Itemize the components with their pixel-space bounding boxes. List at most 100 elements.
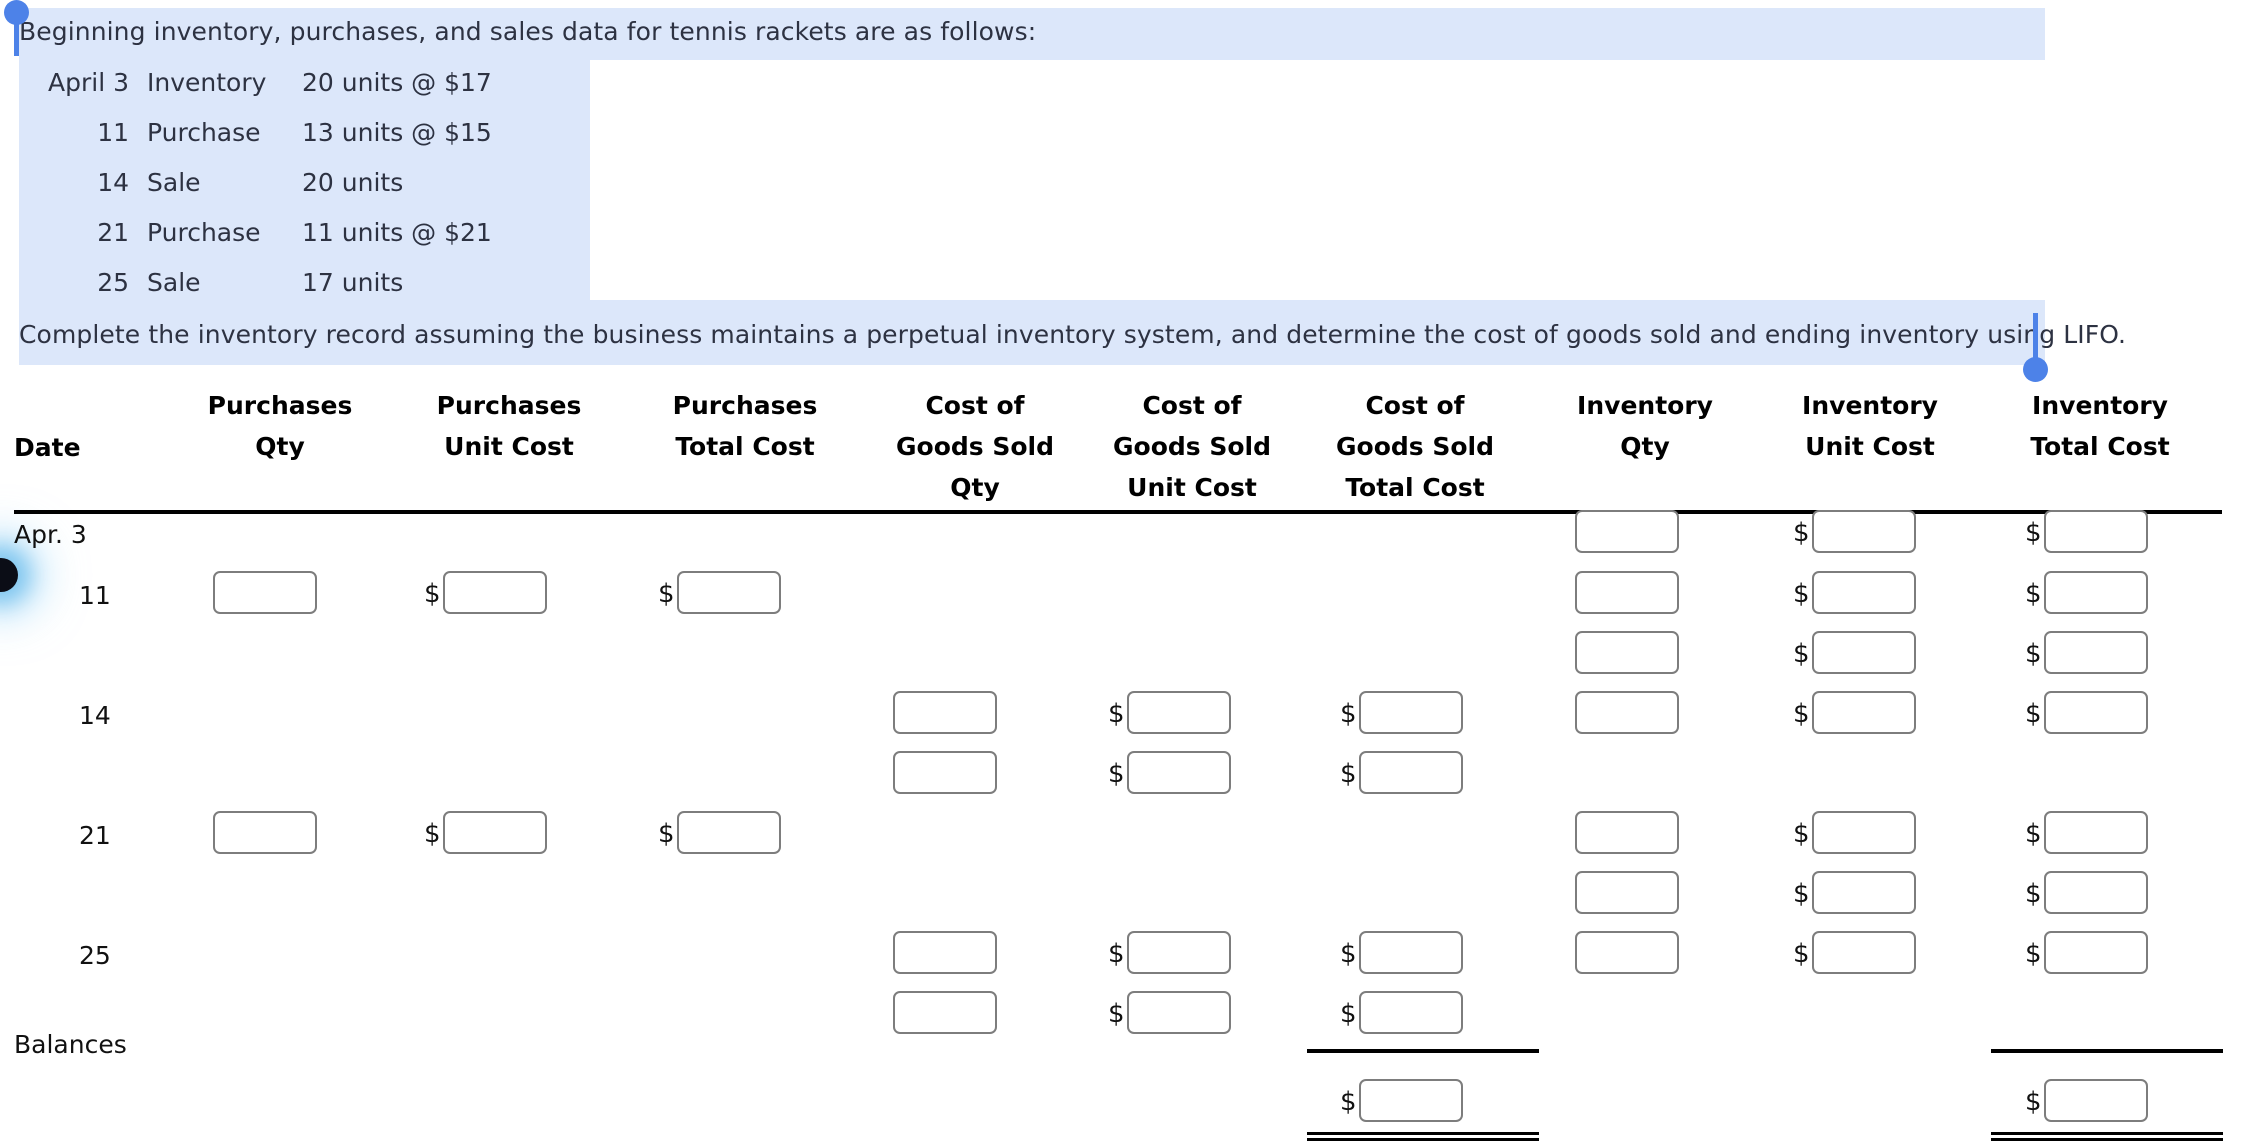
row-date-apr3: Apr. 3	[14, 520, 87, 549]
dollar-sign: $	[2025, 939, 2042, 969]
data-row-desc: 20 units	[302, 168, 404, 197]
dollar-sign: $	[1340, 759, 1357, 789]
dollar-sign: $	[1340, 699, 1357, 729]
selection-highlight-gap	[19, 300, 2045, 310]
input-cogs-qty-25-a[interactable]	[893, 931, 997, 974]
header-line3: Unit Cost	[444, 432, 574, 461]
header-line1: Cost of	[925, 391, 1025, 420]
input-cogs-total-cost-25-b[interactable]	[1359, 991, 1463, 1034]
input-purchases-qty-21[interactable]	[213, 811, 317, 854]
header-line3: Qty	[255, 432, 305, 461]
dollar-sign: $	[1108, 699, 1125, 729]
row-date-21: 21	[79, 821, 111, 850]
input-inventory-qty-apr3[interactable]	[1575, 510, 1679, 553]
dollar-sign: $	[2025, 1087, 2042, 1117]
dollar-sign: $	[1793, 639, 1810, 669]
header-line3: Qty	[950, 473, 1000, 502]
data-row-date: 25	[97, 268, 129, 297]
data-row-desc: 20 units @ $17	[302, 68, 492, 97]
data-row-date: 21	[97, 218, 129, 247]
input-inventory-unit-cost-11-a[interactable]	[1812, 571, 1916, 614]
header-line3: Total Cost	[2030, 432, 2170, 461]
data-row-date: 11	[97, 118, 129, 147]
dollar-sign: $	[1340, 999, 1357, 1029]
header-line2: Inventory	[2032, 391, 2168, 420]
header-line2: Purchases	[672, 391, 818, 420]
column-header-date: Date	[0, 427, 120, 468]
dollar-sign: $	[658, 819, 675, 849]
dollar-sign: $	[1793, 939, 1810, 969]
input-inventory-unit-cost-21-a[interactable]	[1812, 811, 1916, 854]
column-header-purchases-qty: Purchases Qty	[200, 385, 360, 467]
problem-statement: Beginning inventory, purchases, and sale…	[0, 0, 2126, 382]
row-date-11: 11	[79, 581, 111, 610]
data-row-type: Purchase	[147, 118, 261, 147]
header-line2: Goods Sold	[1336, 432, 1494, 461]
dollar-sign: $	[1108, 939, 1125, 969]
data-row-desc: 11 units @ $21	[302, 218, 492, 247]
input-inventory-qty-21-a[interactable]	[1575, 811, 1679, 854]
input-cogs-unit-cost-25-a[interactable]	[1127, 931, 1231, 974]
input-inventory-total-cost-21-b[interactable]	[2044, 871, 2148, 914]
input-inventory-qty-25[interactable]	[1575, 931, 1679, 974]
input-purchases-unit-cost-21[interactable]	[443, 811, 547, 854]
input-inventory-unit-cost-25[interactable]	[1812, 931, 1916, 974]
input-cogs-qty-14-a[interactable]	[893, 691, 997, 734]
column-header-purchases-total-cost: Purchases Total Cost	[655, 385, 835, 467]
input-cogs-qty-14-b[interactable]	[893, 751, 997, 794]
input-inventory-unit-cost-14[interactable]	[1812, 691, 1916, 734]
header-line3: Unit Cost	[1127, 473, 1257, 502]
data-row-type: Purchase	[147, 218, 261, 247]
input-cogs-unit-cost-14-a[interactable]	[1127, 691, 1231, 734]
input-cogs-total-cost-14-a[interactable]	[1359, 691, 1463, 734]
dollar-sign: $	[1340, 1087, 1357, 1117]
input-purchases-total-cost-21[interactable]	[677, 811, 781, 854]
input-cogs-total-cost-25-a[interactable]	[1359, 931, 1463, 974]
selection-handle-knob	[2023, 357, 2048, 382]
column-header-purchases-unit-cost: Purchases Unit Cost	[424, 385, 594, 467]
input-purchases-unit-cost-11[interactable]	[443, 571, 547, 614]
input-cogs-total-balance[interactable]	[1359, 1079, 1463, 1122]
data-row-type: Sale	[147, 268, 201, 297]
input-inventory-qty-11-b[interactable]	[1575, 631, 1679, 674]
header-line2: Inventory	[1802, 391, 1938, 420]
selection-handle-stem	[2033, 313, 2038, 363]
header-line2: Goods Sold	[896, 432, 1054, 461]
data-row-type: Sale	[147, 168, 201, 197]
column-header-cogs-total-cost: Cost of Goods Sold Total Cost	[1320, 385, 1510, 508]
dollar-sign: $	[424, 579, 441, 609]
input-inventory-total-cost-11-b[interactable]	[2044, 631, 2148, 674]
column-header-cogs-qty: Cost of Goods Sold Qty	[880, 385, 1070, 508]
dollar-sign: $	[1793, 579, 1810, 609]
column-header-inventory-unit-cost: Inventory Unit Cost	[1775, 385, 1965, 467]
input-inventory-total-cost-apr3[interactable]	[2044, 510, 2148, 553]
input-purchases-qty-11[interactable]	[213, 571, 317, 614]
dollar-sign: $	[2025, 518, 2042, 548]
input-cogs-qty-25-b[interactable]	[893, 991, 997, 1034]
input-inventory-total-cost-14[interactable]	[2044, 691, 2148, 734]
header-line2: Purchases	[207, 391, 353, 420]
column-header-inventory-qty: Inventory Qty	[1555, 385, 1735, 467]
dollar-sign: $	[424, 819, 441, 849]
input-inventory-total-cost-11-a[interactable]	[2044, 571, 2148, 614]
input-cogs-unit-cost-14-b[interactable]	[1127, 751, 1231, 794]
input-inventory-qty-21-b[interactable]	[1575, 871, 1679, 914]
dollar-sign: $	[1108, 999, 1125, 1029]
dollar-sign: $	[1108, 759, 1125, 789]
header-line1: Cost of	[1365, 391, 1465, 420]
input-inventory-total-balance[interactable]	[2044, 1079, 2148, 1122]
input-cogs-total-cost-14-b[interactable]	[1359, 751, 1463, 794]
input-inventory-total-cost-25[interactable]	[2044, 931, 2148, 974]
input-inventory-unit-cost-21-b[interactable]	[1812, 871, 1916, 914]
input-inventory-qty-11-a[interactable]	[1575, 571, 1679, 614]
input-inventory-total-cost-21-a[interactable]	[2044, 811, 2148, 854]
input-inventory-unit-cost-apr3[interactable]	[1812, 510, 1916, 553]
input-inventory-unit-cost-11-b[interactable]	[1812, 631, 1916, 674]
input-cogs-unit-cost-25-b[interactable]	[1127, 991, 1231, 1034]
problem-intro-text: Beginning inventory, purchases, and sale…	[19, 17, 1037, 46]
row-date-14: 14	[79, 701, 111, 730]
input-purchases-total-cost-11[interactable]	[677, 571, 781, 614]
dollar-sign: $	[1340, 939, 1357, 969]
data-row-type: Inventory	[147, 68, 267, 97]
input-inventory-qty-14[interactable]	[1575, 691, 1679, 734]
